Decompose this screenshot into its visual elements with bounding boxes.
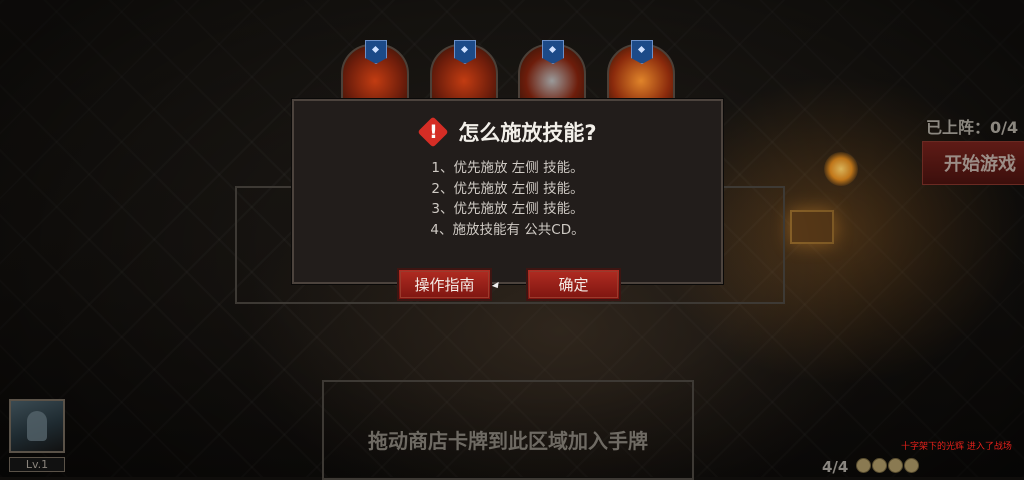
instruction-line: 2、优先施放 左侧 技能。 — [431, 180, 584, 197]
skill-slot-3[interactable] — [518, 40, 586, 106]
coin-icon — [872, 458, 887, 473]
skill-slot-1[interactable] — [341, 40, 409, 106]
hero-avatar[interactable] — [9, 399, 65, 453]
skill-help-dialog: ! 怎么施放技能? 1、优先施放 左侧 技能。 2、优先施放 左侧 技能。 3、… — [292, 99, 723, 284]
coin-icon — [856, 458, 871, 473]
dialog-title: 怎么施放技能? — [458, 121, 597, 145]
blue-banner-icon — [365, 40, 387, 64]
confirm-button[interactable]: 确定 — [526, 268, 621, 301]
deployed-counter: 已上阵：0/4 — [926, 118, 1019, 137]
blue-banner-icon — [631, 40, 653, 64]
skill-slot-4[interactable] — [607, 40, 675, 106]
warning-diamond-icon: ! — [417, 116, 449, 148]
hero-level: Lv.1 — [9, 457, 65, 472]
card-count: 4/4 — [822, 458, 849, 476]
instruction-line: 3、优先施放 左侧 技能。 — [431, 201, 584, 217]
hand-zone-hint: 拖动商店卡牌到此区域加入手牌 — [368, 429, 648, 453]
dialog-header: ! 怎么施放技能? — [294, 115, 721, 149]
skill-slot-2[interactable] — [430, 40, 498, 106]
battle-log: 十字架下的光辉 进入了战场 — [901, 442, 1012, 452]
instruction-line: 1、优先施放 左侧 技能。 — [431, 160, 584, 176]
dialog-instructions: 1、优先施放 左侧 技能。 2、优先施放 左侧 技能。 3、优先施放 左侧 技能… — [294, 158, 721, 240]
guide-button[interactable]: 操作指南 — [397, 268, 492, 301]
start-game-button[interactable]: 开始游戏 — [922, 141, 1024, 185]
blue-banner-icon — [542, 40, 564, 64]
instruction-line: 4、施放技能有 公共CD。 — [430, 221, 585, 238]
blue-banner-icon — [454, 40, 476, 64]
